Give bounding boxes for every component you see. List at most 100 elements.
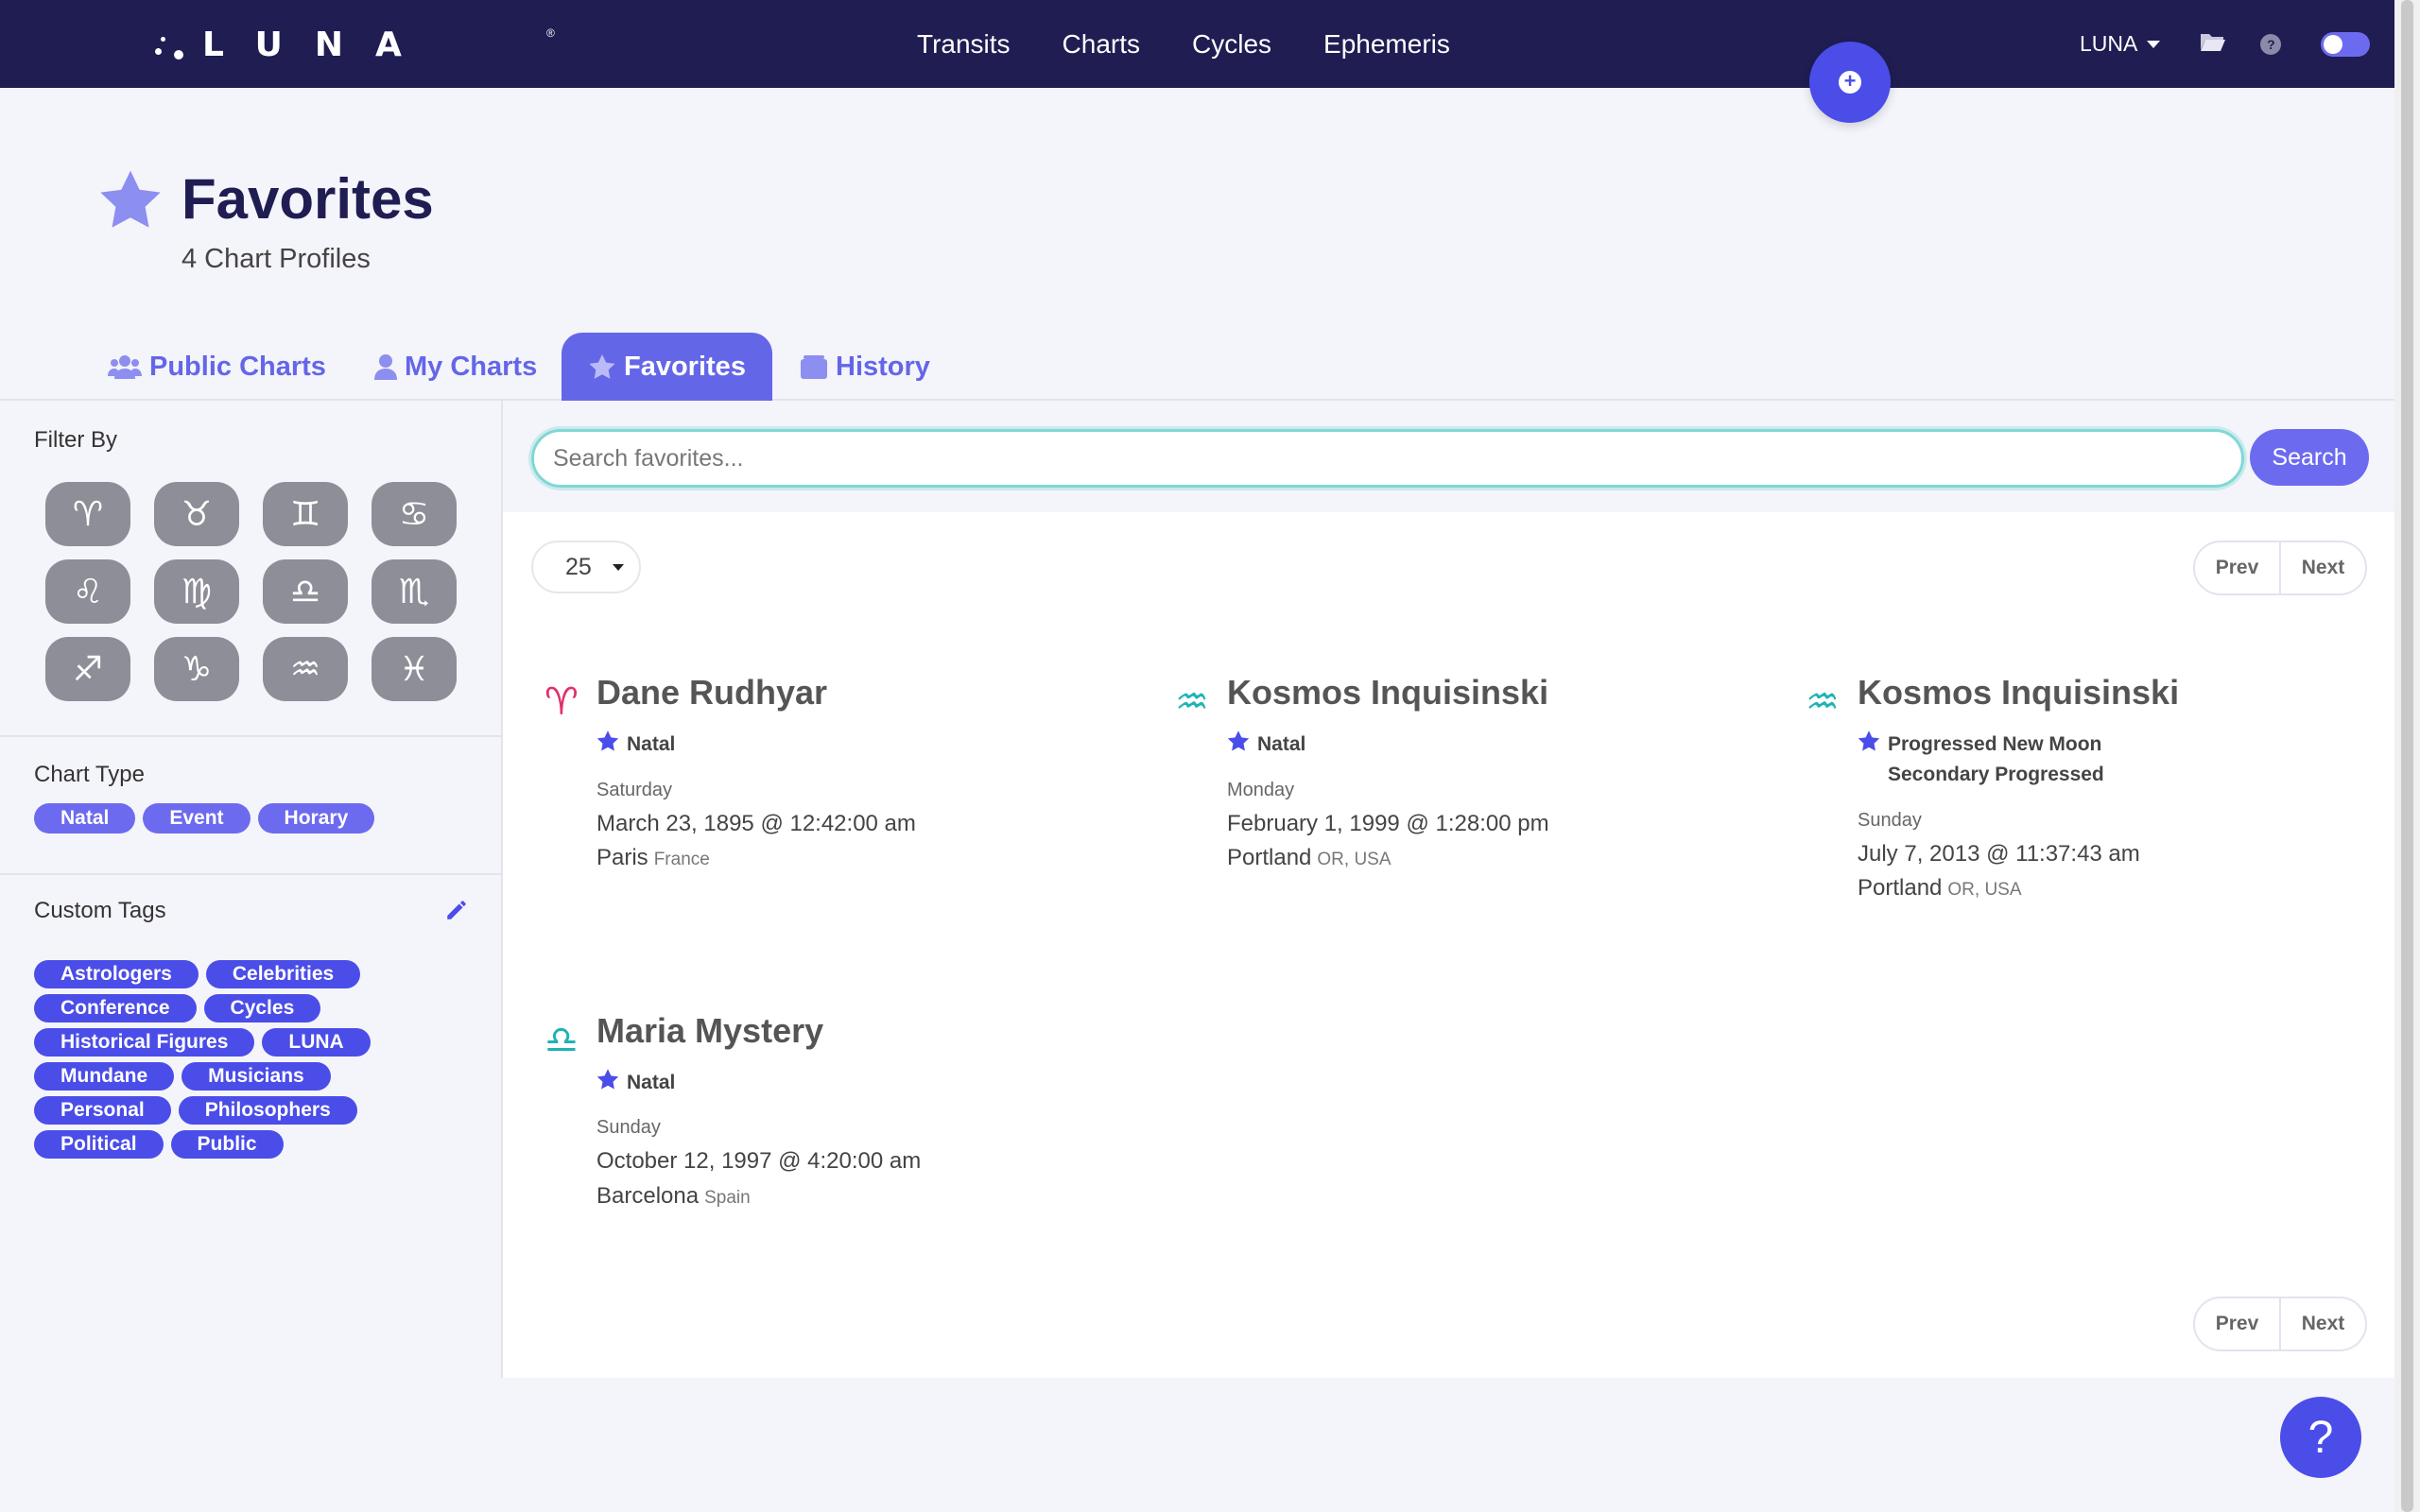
- tag-pill[interactable]: Celebrities: [205, 960, 361, 988]
- chart-type-pills: Natal Event Horary: [34, 803, 375, 833]
- aquarius-filter-button[interactable]: ♒︎: [263, 637, 348, 701]
- cancer-filter-button[interactable]: ♋︎: [372, 482, 457, 546]
- pencil-icon[interactable]: [444, 898, 469, 922]
- chart-city: Barcelona: [596, 1183, 700, 1209]
- chart-type-label: Secondary Progressed: [1888, 764, 2104, 785]
- chart-tabs: Public Charts My Charts Favorites Histor…: [0, 333, 2394, 401]
- chart-card[interactable]: ♒︎ Kosmos Inquisinski Natal Monday Febru…: [1175, 673, 1780, 870]
- filter-sidebar: Filter By ♈︎ ♉︎ ♊︎ ♋︎ ♌︎ ♍︎ ♎︎ ♏︎ ♐︎ ♑︎ …: [0, 401, 503, 1378]
- tab-my-charts[interactable]: My Charts: [348, 333, 563, 401]
- chart-city: Portland: [1858, 875, 1943, 901]
- nav-link-ephemeris[interactable]: Ephemeris: [1323, 29, 1450, 60]
- chart-weekday: Sunday: [1858, 810, 1922, 831]
- next-button[interactable]: Next: [2281, 1298, 2365, 1349]
- chart-type-row: Natal: [596, 1068, 675, 1098]
- chart-name[interactable]: Kosmos Inquisinski: [1858, 673, 2179, 713]
- star-icon: [589, 353, 615, 379]
- chart-city: Portland: [1227, 845, 1312, 870]
- tag-pill[interactable]: Conference: [34, 994, 197, 1022]
- prev-button[interactable]: Prev: [2195, 542, 2281, 593]
- leo-filter-button[interactable]: ♌︎: [45, 559, 130, 624]
- logo-dots-icon: [151, 26, 189, 63]
- nav-link-cycles[interactable]: Cycles: [1192, 29, 1271, 60]
- chart-card[interactable]: ♈︎ Dane Rudhyar Natal Saturday March 23,…: [544, 673, 1150, 870]
- scorpio-filter-button[interactable]: ♏︎: [372, 559, 457, 624]
- caret-down-icon: [612, 563, 624, 571]
- page-scrollbar[interactable]: [2394, 0, 2420, 1512]
- per-page-value: 25: [565, 553, 592, 580]
- pagination-bottom: Prev Next: [2193, 1297, 2367, 1351]
- page-subtitle: 4 Chart Profiles: [182, 244, 371, 274]
- sagittarius-filter-button[interactable]: ♐︎: [45, 637, 130, 701]
- aries-filter-button[interactable]: ♈︎: [45, 482, 130, 546]
- tag-pill[interactable]: Musicians: [182, 1062, 331, 1091]
- capricorn-filter-button[interactable]: ♑︎: [154, 637, 239, 701]
- pagination-top: Prev Next: [2193, 541, 2367, 595]
- prev-button[interactable]: Prev: [2195, 1298, 2281, 1349]
- luna-logo[interactable]: LUNA ®: [151, 21, 555, 68]
- tag-pill[interactable]: Cycles: [203, 994, 321, 1022]
- tab-favorites[interactable]: Favorites: [562, 333, 772, 401]
- filter-by-section: Filter By ♈︎ ♉︎ ♊︎ ♋︎ ♌︎ ♍︎ ♎︎ ♏︎ ♐︎ ♑︎ …: [0, 401, 501, 737]
- tag-pill[interactable]: Political: [34, 1130, 164, 1159]
- chart-name[interactable]: Dane Rudhyar: [596, 673, 827, 713]
- plus-circle-icon: +: [1839, 71, 1861, 94]
- chart-type-label: Natal: [627, 1072, 676, 1093]
- custom-tags-list: Astrologers Celebrities Conference Cycle…: [34, 960, 393, 1159]
- chart-card[interactable]: ♎︎ Maria Mystery Natal Sunday October 12…: [544, 1011, 1150, 1209]
- chart-location: Portland OR, USA: [1227, 845, 1392, 871]
- chart-city: Paris: [596, 845, 648, 870]
- chart-type-horary-pill[interactable]: Horary: [257, 803, 375, 833]
- tab-label: My Charts: [405, 351, 538, 382]
- tab-public-charts[interactable]: Public Charts: [81, 333, 353, 401]
- search-button[interactable]: Search: [2250, 429, 2369, 486]
- folder-open-icon[interactable]: [2200, 31, 2226, 57]
- help-chat-button[interactable]: ?: [2280, 1397, 2361, 1478]
- libra-filter-button[interactable]: ♎︎: [263, 559, 348, 624]
- virgo-filter-button[interactable]: ♍︎: [154, 559, 239, 624]
- chart-region: France: [653, 850, 710, 869]
- nav-right-controls: LUNA ?: [2080, 0, 2371, 88]
- help-circle-icon[interactable]: ?: [2260, 33, 2282, 55]
- tag-pill[interactable]: Mundane: [34, 1062, 175, 1091]
- logo-wordmark: LUNA: [202, 25, 434, 64]
- chart-name[interactable]: Maria Mystery: [596, 1011, 823, 1051]
- star-icon: [596, 730, 619, 751]
- tag-pill[interactable]: Astrologers: [34, 960, 199, 988]
- chart-weekday: Sunday: [596, 1117, 661, 1138]
- add-chart-button[interactable]: +: [1809, 42, 1891, 123]
- user-menu-label: LUNA: [2080, 31, 2138, 56]
- chart-type-natal-pill[interactable]: Natal: [34, 803, 136, 833]
- tag-pill[interactable]: LUNA: [262, 1028, 371, 1057]
- chart-type-label: Natal: [1257, 733, 1306, 755]
- next-button[interactable]: Next: [2281, 542, 2365, 593]
- gemini-filter-button[interactable]: ♊︎: [263, 482, 348, 546]
- chart-type-event-pill[interactable]: Event: [143, 803, 251, 833]
- chart-location: Portland OR, USA: [1858, 875, 2022, 902]
- tab-history[interactable]: History: [773, 333, 957, 401]
- chart-weekday: Saturday: [596, 780, 673, 800]
- tag-pill[interactable]: Philosophers: [178, 1096, 357, 1125]
- nav-link-transits[interactable]: Transits: [917, 29, 1011, 60]
- caret-down-icon: [2147, 40, 2161, 48]
- nav-link-charts[interactable]: Charts: [1063, 29, 1140, 60]
- filter-by-label: Filter By: [34, 427, 118, 453]
- chart-datetime: March 23, 1895 @ 12:42:00 am: [596, 811, 916, 836]
- theme-toggle[interactable]: [2321, 31, 2371, 57]
- chart-location: Barcelona Spain: [596, 1183, 751, 1210]
- chart-region: OR, USA: [1317, 850, 1392, 869]
- taurus-filter-button[interactable]: ♉︎: [154, 482, 239, 546]
- search-input[interactable]: [531, 429, 2244, 488]
- tab-label: History: [836, 351, 930, 382]
- per-page-select[interactable]: 25: [531, 541, 641, 593]
- chart-type-row: Progressed New Moon Secondary Progressed: [1858, 730, 2104, 790]
- tab-label: Public Charts: [149, 351, 326, 382]
- tag-pill[interactable]: Personal: [34, 1096, 171, 1125]
- history-icon: [801, 355, 827, 379]
- chart-name[interactable]: Kosmos Inquisinski: [1227, 673, 1548, 713]
- tag-pill[interactable]: Historical Figures: [34, 1028, 255, 1057]
- chart-card[interactable]: ♒︎ Kosmos Inquisinski Progressed New Moo…: [1806, 673, 2411, 901]
- user-menu-dropdown[interactable]: LUNA: [2080, 31, 2161, 57]
- tag-pill[interactable]: Public: [170, 1130, 284, 1159]
- pisces-filter-button[interactable]: ♓︎: [372, 637, 457, 701]
